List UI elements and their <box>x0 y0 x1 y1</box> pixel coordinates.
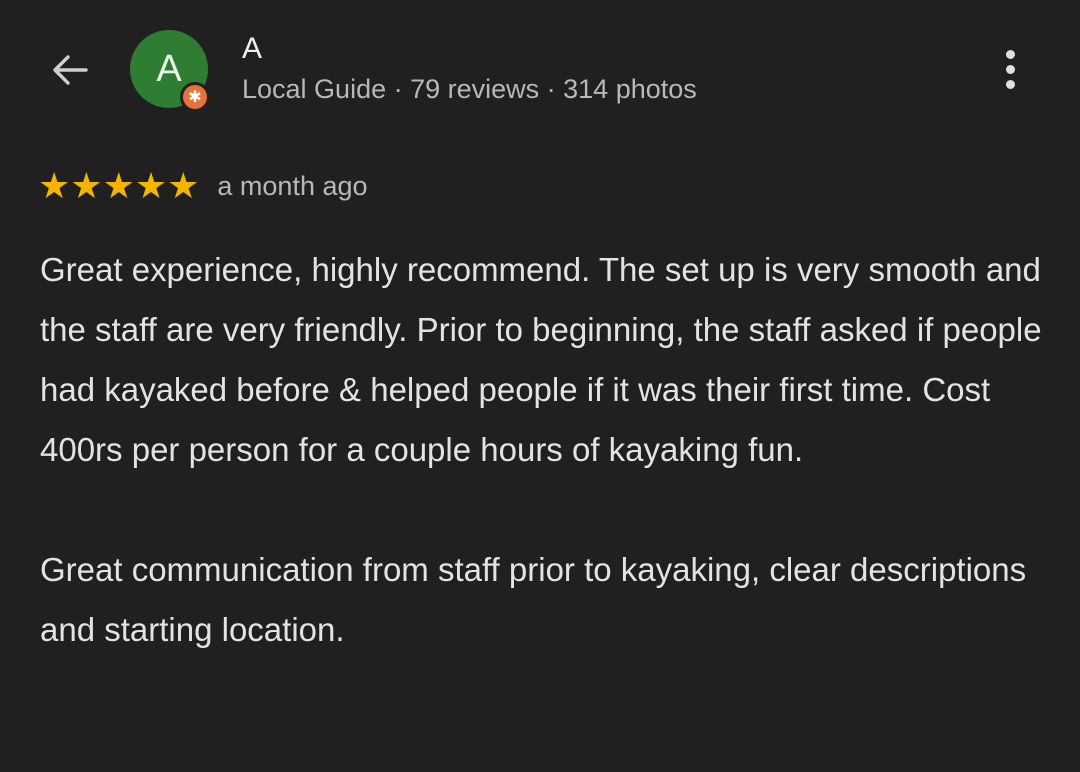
review-screen: A ✱ A Local Guide · 79 reviews · 314 pho… <box>0 0 1080 772</box>
user-name[interactable]: A <box>242 32 262 66</box>
more-options-button[interactable] <box>990 42 1030 96</box>
back-button[interactable] <box>44 46 96 94</box>
arrow-left-icon <box>53 55 88 85</box>
star-icon: ★ <box>102 165 135 206</box>
more-vert-icon <box>1005 64 1015 74</box>
more-vert-icon <box>1005 79 1015 89</box>
star-icon: ★ <box>38 165 71 206</box>
review-body: Great experience, highly recommend. The … <box>40 240 1050 720</box>
star-icon: ★ <box>134 165 168 206</box>
rating-row: ★ ★ ★ ★ ★ a month ago <box>38 168 368 204</box>
avatar[interactable]: A ✱ <box>130 30 210 112</box>
star-icon: ★ <box>70 165 103 206</box>
local-guide-star-icon: ✱ <box>180 82 210 112</box>
user-meta: Local Guide · 79 reviews · 314 photos <box>242 74 697 104</box>
star-icon: ★ <box>167 165 200 206</box>
review-date: a month ago <box>217 170 368 201</box>
star-rating: ★ ★ ★ ★ ★ <box>38 168 199 204</box>
review-paragraph: Great experience, highly recommend. The … <box>40 251 1042 468</box>
review-paragraph: Great communication from staff prior to … <box>40 551 1027 648</box>
more-vert-icon <box>1005 49 1015 59</box>
